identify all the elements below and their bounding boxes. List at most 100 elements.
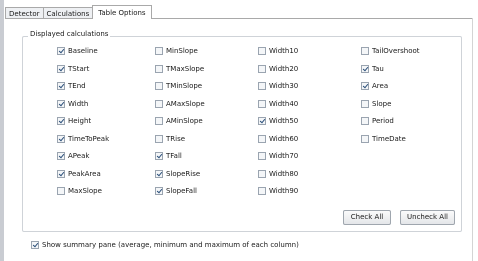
calc-option-slopefall[interactable]: SlopeFall [155,186,197,196]
calc-checkbox-aminslope[interactable] [155,117,163,125]
calc-checkbox-slope[interactable] [361,99,369,108]
calc-option-maxslope[interactable]: MaxSlope [57,186,102,196]
tab-table-options[interactable]: Table Options [92,5,152,19]
calc-label-slope: Slope [372,99,392,108]
calc-label-trise: TRise [166,134,186,143]
calc-label-tminslope: TMinSlope [166,82,203,90]
calc-checkbox-period[interactable] [361,117,369,125]
calc-checkbox-height[interactable] [57,117,65,125]
calc-checkbox-slopefall[interactable] [155,187,163,195]
calc-checkbox-width50[interactable] [258,117,266,125]
calc-label-width80: Width80 [269,169,299,178]
calc-checkbox-width20[interactable] [258,64,266,73]
calc-label-tailovershoot: TailOvershoot [372,47,420,55]
calc-option-width30[interactable]: Width30 [258,81,298,91]
calc-checkbox-width90[interactable] [258,187,266,195]
calc-option-width90[interactable]: Width90 [258,186,298,196]
calc-label-width90: Width90 [269,187,299,195]
calc-label-amaxslope: AMaxSlope [166,99,205,108]
calc-checkbox-tmaxslope[interactable] [155,64,163,73]
calc-checkbox-apeak[interactable] [57,152,65,160]
calc-option-amaxslope[interactable]: AMaxSlope [155,99,205,109]
calc-option-tstart[interactable]: TStart [57,64,89,74]
calc-label-period: Period [372,117,394,125]
calc-option-width80[interactable]: Width80 [258,169,298,179]
calc-option-tau[interactable]: Tau [361,64,384,74]
calc-checkbox-sloperise[interactable] [155,169,163,178]
left-panel-edge [0,0,4,261]
calc-label-peakarea: PeakArea [68,169,101,178]
calc-checkbox-tfall[interactable] [155,152,163,160]
calc-label-tau: Tau [372,64,384,73]
calc-label-aminslope: AMinSlope [166,117,203,125]
calc-checkbox-area[interactable] [361,82,369,90]
calc-checkbox-tend[interactable] [57,82,65,90]
calc-checkbox-baseline[interactable] [57,47,65,55]
calc-label-slopefall: SlopeFall [166,187,197,195]
calc-checkbox-width10[interactable] [258,47,266,55]
summary-pane-option[interactable]: Show summary pane (average, minimum and … [31,240,299,250]
calc-option-period[interactable]: Period [361,116,394,126]
calc-option-apeak[interactable]: APeak [57,151,89,161]
calc-option-tminslope[interactable]: TMinSlope [155,81,202,91]
calc-label-width50: Width50 [269,117,299,125]
calc-checkbox-timetopeak[interactable] [57,134,65,143]
calc-label-width70: Width70 [269,152,299,160]
calc-option-width10[interactable]: Width10 [258,46,298,56]
calc-label-timetopeak: TimeToPeak [68,134,110,143]
calc-checkbox-width40[interactable] [258,99,266,108]
calc-checkbox-peakarea[interactable] [57,169,65,178]
calc-option-peakarea[interactable]: PeakArea [57,169,101,179]
calc-option-width50[interactable]: Width50 [258,116,298,126]
calc-label-tfall: TFall [166,152,182,160]
calc-checkbox-tminslope[interactable] [155,82,163,90]
calc-checkbox-width[interactable] [57,99,65,108]
calc-option-width40[interactable]: Width40 [258,99,298,109]
calc-label-tmaxslope: TMaxSlope [166,64,205,73]
calc-checkbox-width70[interactable] [258,152,266,160]
calc-option-width60[interactable]: Width60 [258,134,298,144]
calc-option-timetopeak[interactable]: TimeToPeak [57,134,109,144]
calc-option-width70[interactable]: Width70 [258,151,298,161]
check-all-button[interactable]: Check All [343,210,391,225]
calc-checkbox-tau[interactable] [361,64,369,73]
calc-label-maxslope: MaxSlope [68,187,102,195]
calc-option-sloperise[interactable]: SlopeRise [155,169,200,179]
calc-option-timedate[interactable]: TimeDate [361,134,406,144]
tab-panel-border [5,18,473,19]
calc-option-area[interactable]: Area [361,81,388,91]
calc-option-tailovershoot[interactable]: TailOvershoot [361,46,420,56]
calc-option-minslope[interactable]: MinSlope [155,46,198,56]
calc-option-width[interactable]: Width [57,99,88,109]
uncheck-all-button[interactable]: Uncheck All [400,210,455,225]
calc-label-height: Height [68,117,92,125]
calc-checkbox-timedate[interactable] [361,134,369,143]
calc-option-tmaxslope[interactable]: TMaxSlope [155,64,204,74]
calc-label-sloperise: SlopeRise [166,169,201,178]
calc-checkbox-width60[interactable] [258,134,266,143]
calc-option-baseline[interactable]: Baseline [57,46,98,56]
calc-checkbox-minslope[interactable] [155,47,163,55]
group-title: Displayed calculations [28,30,111,38]
calc-checkbox-amaxslope[interactable] [155,99,163,108]
calc-option-tfall[interactable]: TFall [155,151,182,161]
calc-checkbox-trise[interactable] [155,134,163,143]
calc-option-height[interactable]: Height [57,116,91,126]
tab-panel-right-border [472,18,473,261]
calc-option-slope[interactable]: Slope [361,99,391,109]
calc-checkbox-width80[interactable] [258,169,266,178]
calc-label-tstart: TStart [68,64,90,73]
summary-pane-checkbox[interactable] [31,241,39,249]
tab-bar: Detector Calculations Table Options [5,5,152,19]
calc-label-width60: Width60 [269,134,299,143]
calc-option-width20[interactable]: Width20 [258,64,298,74]
calc-option-trise[interactable]: TRise [155,134,185,144]
calc-label-tend: TEnd [68,82,86,90]
calc-checkbox-maxslope[interactable] [57,187,65,195]
calc-checkbox-tailovershoot[interactable] [361,47,369,55]
calc-option-aminslope[interactable]: AMinSlope [155,116,203,126]
calc-option-tend[interactable]: TEnd [57,81,86,91]
calc-checkbox-width30[interactable] [258,82,266,90]
calc-checkbox-tstart[interactable] [57,64,65,73]
calc-label-width20: Width20 [269,64,299,73]
